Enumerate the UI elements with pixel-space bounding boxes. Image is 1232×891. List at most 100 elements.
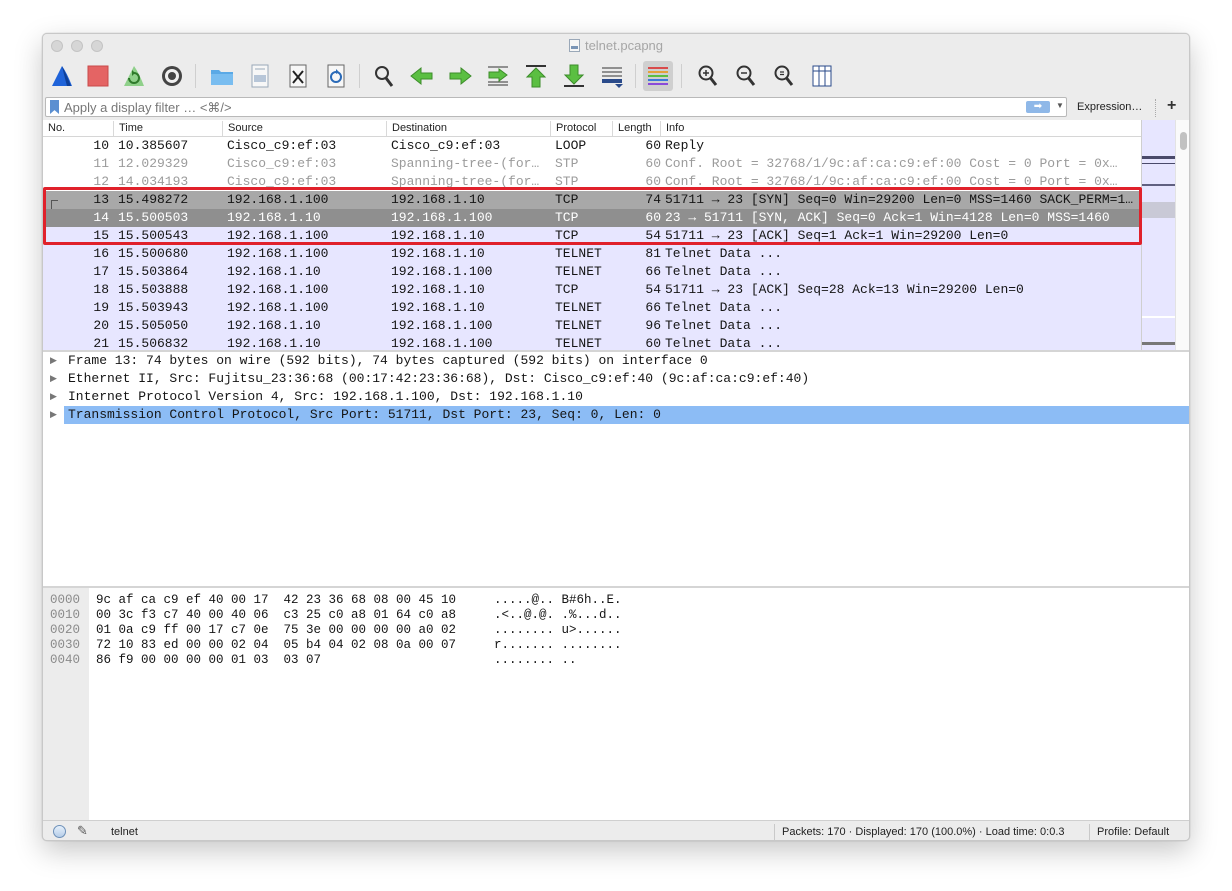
zoom-normal-button[interactable]	[769, 61, 799, 91]
packet-row[interactable]: 15 15.500543 192.168.1.100 192.168.1.10 TCP 5…	[43, 227, 1141, 245]
packet-list-scrollbar[interactable]	[1175, 120, 1189, 350]
packet-row[interactable]: 20 15.505050 192.168.1.10 192.168.1.100 TELN…	[43, 317, 1141, 335]
status-profile[interactable]: Profile: Default	[1097, 826, 1169, 838]
column-header-length[interactable]: Length	[612, 121, 660, 136]
packet-source: 192.168.1.100	[227, 282, 329, 297]
expression-button[interactable]: Expression…	[1077, 101, 1142, 113]
detail-tree-label: Transmission Control Protocol, Src Port:…	[64, 406, 1189, 424]
packet-length: 74	[645, 192, 661, 207]
filter-dropdown-chevron-icon[interactable]: ▼	[1056, 101, 1064, 110]
restart-capture-button[interactable]	[119, 61, 149, 91]
hex-offset: 0030	[50, 638, 81, 652]
column-header-destination[interactable]: Destination	[386, 121, 550, 136]
column-header-protocol[interactable]: Protocol	[550, 121, 612, 136]
go-to-packet-button[interactable]	[483, 61, 513, 91]
packet-row[interactable]: 18 15.503888 192.168.1.100 192.168.1.10 TCP 5…	[43, 281, 1141, 299]
stop-capture-icon	[87, 65, 109, 87]
zoom-in-button[interactable]	[693, 61, 723, 91]
main-toolbar	[43, 56, 1189, 96]
bookmark-icon[interactable]	[50, 100, 59, 114]
stop-capture-button[interactable]	[83, 61, 113, 91]
title-bar: telnet.pcapng	[43, 34, 1189, 56]
packet-row[interactable]: 11 12.029329 Cisco_c9:ef:03 Spanning-tree-(…	[43, 155, 1141, 173]
packet-protocol: TELNET	[555, 318, 602, 333]
column-header-no[interactable]: No.	[43, 121, 113, 136]
packet-length: 60	[645, 210, 661, 225]
detail-tree-item[interactable]: ▶ Internet Protocol Version 4, Src: 192.1…	[43, 388, 1189, 406]
packet-number: 14	[93, 210, 109, 225]
add-filter-button[interactable]: +	[1167, 97, 1176, 115]
packet-destination: 192.168.1.100	[391, 318, 493, 333]
packet-source: 192.168.1.10	[227, 264, 321, 279]
hex-dump-row[interactable]: 0010 00 3c f3 c7 40 00 40 06 c3 25 c0 a8 …	[43, 608, 1189, 623]
reload-file-icon	[327, 64, 345, 88]
hex-dump-row[interactable]: 0020 01 0a c9 ff 00 17 c7 0e 75 3e 00 00 …	[43, 623, 1189, 638]
column-header-info[interactable]: Info	[660, 121, 1141, 136]
packet-details: ▶ Frame 13: 74 bytes on wire (592 bits), …	[43, 352, 1189, 586]
expert-info-icon[interactable]	[53, 825, 66, 838]
ascii-bytes: ........ ..	[494, 653, 577, 667]
detail-tree-label: Ethernet II, Src: Fujitsu_23:36:68 (00:1…	[68, 371, 810, 386]
packet-destination: 192.168.1.10	[391, 228, 485, 243]
packet-length: 81	[645, 246, 661, 261]
expand-triangle-icon[interactable]: ▶	[50, 388, 57, 406]
go-first-packet-button[interactable]	[521, 61, 551, 91]
expand-triangle-icon[interactable]: ▶	[50, 406, 57, 424]
detail-tree-label: Internet Protocol Version 4, Src: 192.16…	[68, 389, 583, 404]
expand-triangle-icon[interactable]: ▶	[50, 352, 57, 370]
minimap-mark	[1142, 163, 1176, 164]
packet-row[interactable]: 17 15.503864 192.168.1.10 192.168.1.100 TELN…	[43, 263, 1141, 281]
packet-list-scroll-thumb[interactable]	[1180, 132, 1187, 150]
minimap-mark	[1142, 342, 1176, 345]
reload-file-button[interactable]	[321, 61, 351, 91]
toolbar-separator	[681, 64, 682, 88]
go-forward-button[interactable]	[445, 61, 475, 91]
packet-destination: 192.168.1.10	[391, 192, 485, 207]
zoom-out-button[interactable]	[731, 61, 761, 91]
packet-minimap[interactable]	[1141, 120, 1176, 350]
colorize-button[interactable]	[643, 61, 673, 91]
minimap-mark	[1142, 184, 1176, 186]
column-header-source[interactable]: Source	[222, 121, 386, 136]
packet-row[interactable]: 19 15.503943 192.168.1.100 192.168.1.10 TELN…	[43, 299, 1141, 317]
resize-columns-button[interactable]	[807, 61, 837, 91]
find-packet-button[interactable]	[369, 61, 399, 91]
edit-comment-icon[interactable]: ✎	[77, 823, 88, 839]
restart-capture-icon	[124, 66, 144, 86]
packet-destination: 192.168.1.100	[391, 210, 493, 225]
save-file-button[interactable]	[245, 61, 275, 91]
hex-dump-row[interactable]: 0000 9c af ca c9 ef 40 00 17 42 23 36 68 …	[43, 593, 1189, 608]
expand-triangle-icon[interactable]: ▶	[50, 370, 57, 388]
capture-options-button[interactable]	[157, 61, 187, 91]
hex-dump-row[interactable]: 0040 86 f9 00 00 00 00 01 03 03 07.......…	[43, 653, 1189, 668]
packet-row[interactable]: 13 15.498272 192.168.1.100 192.168.1.10 TCP 7…	[43, 191, 1141, 209]
display-filter-box: ➡ ▼	[45, 97, 1067, 117]
go-back-button[interactable]	[407, 61, 437, 91]
packet-time: 15.503888	[118, 282, 189, 297]
column-header-time[interactable]: Time	[113, 121, 222, 136]
detail-tree-item[interactable]: ▶ Frame 13: 74 bytes on wire (592 bits), …	[43, 352, 1189, 370]
packet-protocol: TCP	[555, 210, 579, 225]
packet-number: 13	[93, 192, 109, 207]
packet-number: 10	[93, 138, 109, 153]
open-file-button[interactable]	[207, 61, 237, 91]
start-capture-button[interactable]	[47, 61, 77, 91]
packet-row[interactable]: 16 15.500680 192.168.1.100 192.168.1.10 TELN…	[43, 245, 1141, 263]
packet-row[interactable]: 10 10.385607 Cisco_c9:ef:03 Cisco_c9:ef:03 L…	[43, 137, 1141, 155]
packet-time: 15.500680	[118, 246, 189, 261]
packet-source: 192.168.1.100	[227, 246, 329, 261]
minimap-mark	[1142, 316, 1176, 318]
close-file-button[interactable]	[283, 61, 313, 91]
hex-dump-row[interactable]: 0030 72 10 83 ed 00 00 02 04 05 b4 04 02 …	[43, 638, 1189, 653]
packet-row[interactable]: 14 15.500503 192.168.1.10 192.168.1.100 TCP 6…	[43, 209, 1141, 227]
detail-tree-item[interactable]: ▶ Transmission Control Protocol, Src Port…	[43, 406, 1189, 424]
detail-tree-item[interactable]: ▶ Ethernet II, Src: Fujitsu_23:36:68 (00:…	[43, 370, 1189, 388]
auto-scroll-button[interactable]	[597, 61, 627, 91]
go-last-packet-button[interactable]	[559, 61, 589, 91]
packet-destination: Cisco_c9:ef:03	[391, 138, 501, 153]
packet-info: 51711 → 23 [ACK] Seq=28 Ack=13 Win=29200…	[665, 282, 1024, 297]
display-filter-input[interactable]	[64, 99, 1004, 115]
apply-filter-arrow-icon[interactable]: ➡	[1026, 101, 1050, 113]
status-file-name: telnet	[111, 826, 138, 838]
packet-row[interactable]: 12 14.034193 Cisco_c9:ef:03 Spanning-tree-(…	[43, 173, 1141, 191]
